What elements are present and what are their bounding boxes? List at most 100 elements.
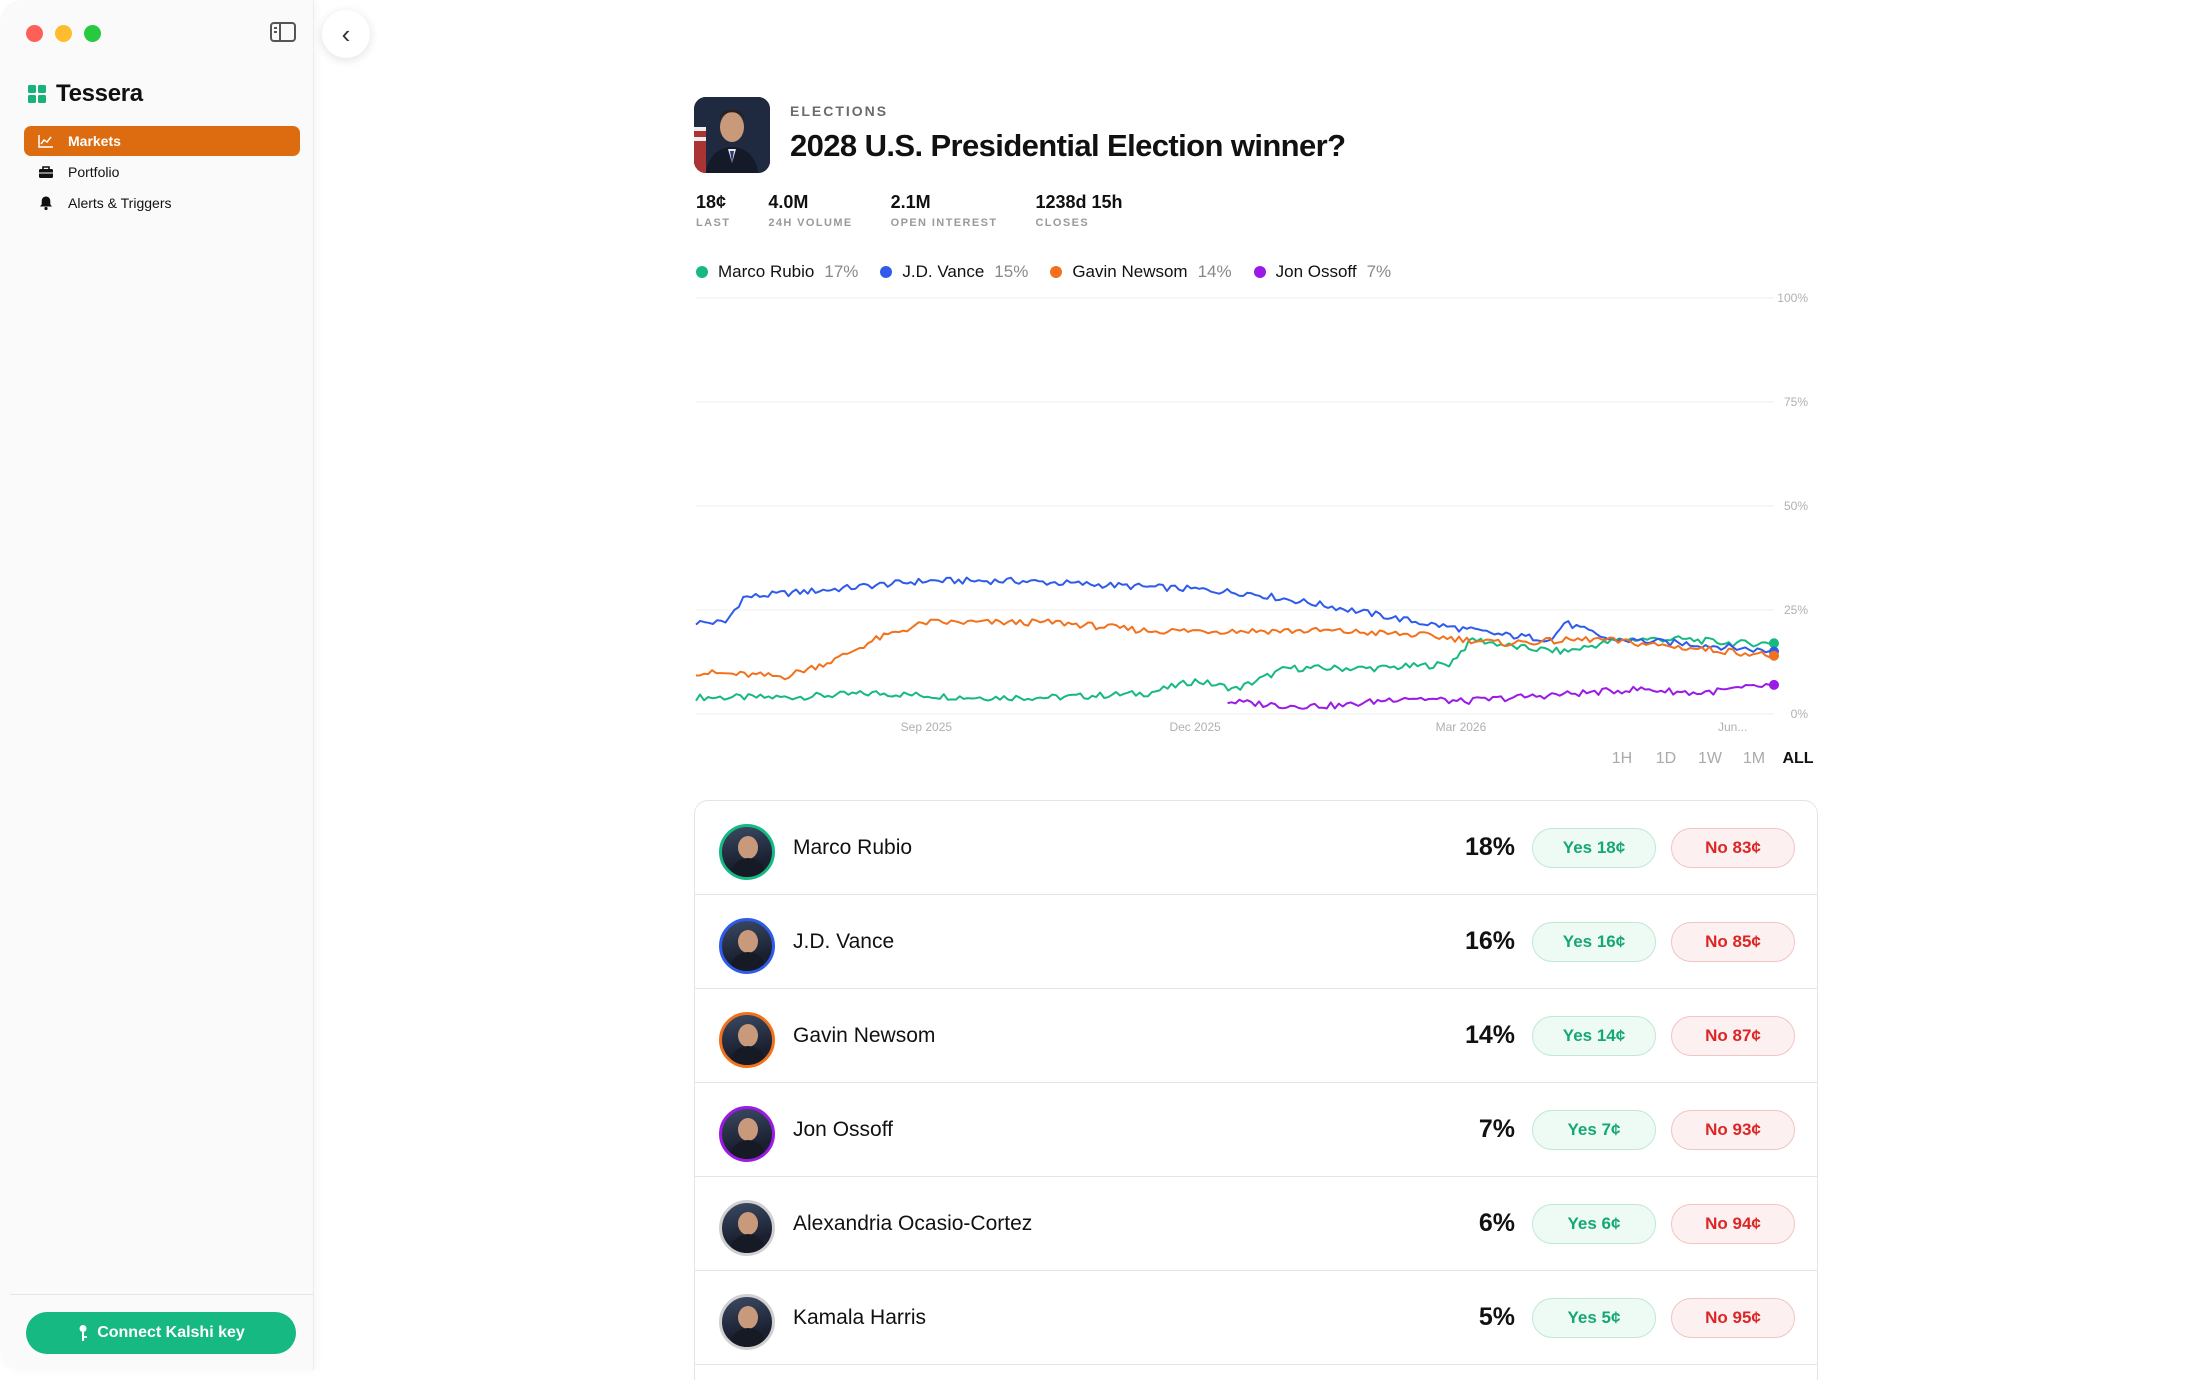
candidate-probability: 6% xyxy=(1478,1209,1515,1237)
minimize-window-button[interactable] xyxy=(55,25,72,42)
market-category: ELECTIONS xyxy=(790,103,889,119)
chart-legend: Marco Rubio 17% J.D. Vance 15% Gavin New… xyxy=(696,262,1413,282)
chevron-left-icon: ‹ xyxy=(341,18,351,49)
x-tick-label: Sep 2025 xyxy=(901,720,953,734)
series-line-j-d-vance xyxy=(695,576,1775,654)
sidebar-item-portfolio[interactable]: Portfolio xyxy=(24,157,300,187)
y-tick-label: 0% xyxy=(1791,707,1809,721)
range-1h[interactable]: 1H xyxy=(1600,750,1644,768)
legend-pct: 7% xyxy=(1366,262,1392,281)
buy-no-button[interactable]: No 94¢ xyxy=(1671,1203,1795,1244)
list-item[interactable]: J.D. Vance 16% Yes 16¢ No 85¢ xyxy=(695,895,1817,989)
legend-pct: 15% xyxy=(994,262,1029,281)
legend-name: Gavin Newsom xyxy=(1072,262,1188,281)
avatar xyxy=(719,1106,775,1162)
zoom-window-button[interactable] xyxy=(84,25,101,42)
stat-volume: 4.0M 24H VOLUME xyxy=(768,192,852,229)
candidate-name: Gavin Newsom xyxy=(793,1023,936,1047)
range-all[interactable]: ALL xyxy=(1776,750,1820,768)
stat-label: 24H VOLUME xyxy=(768,217,853,229)
sidebar-toggle-icon[interactable] xyxy=(270,22,296,42)
avatar xyxy=(719,1294,775,1350)
stat-closes: 1238d 15h CLOSES xyxy=(1035,192,1122,229)
candidate-name: Kamala Harris xyxy=(793,1305,927,1329)
buy-yes-button[interactable]: Yes 18¢ xyxy=(1532,827,1656,868)
stat-value: 1238d 15h xyxy=(1035,192,1123,212)
list-item[interactable]: Alexandria Ocasio-Cortez 6% Yes 6¢ No 94… xyxy=(695,1177,1817,1271)
buy-yes-button[interactable]: Yes 5¢ xyxy=(1532,1297,1656,1338)
series-endpoint-jon-ossoff xyxy=(1769,679,1779,690)
sidebar: Tessera Markets Portfolio Alerts & Trigg… xyxy=(0,0,314,1370)
time-range-selector: 1H 1D 1W 1M ALL xyxy=(1600,750,1820,768)
price-history-chart[interactable]: 100% 75% 50% 25% 0% Sep 2025 Dec 2025 Mar 2026 J… xyxy=(694,290,1814,740)
page-title: 2028 U.S. Presidential Election winner? xyxy=(790,128,1346,163)
y-tick-label: 25% xyxy=(1784,603,1808,617)
range-1w[interactable]: 1W xyxy=(1688,750,1732,768)
stat-value: 4.0M xyxy=(768,192,809,212)
sidebar-item-label: Alerts & Triggers xyxy=(68,195,172,211)
buy-no-button[interactable]: No 95¢ xyxy=(1671,1297,1795,1338)
stat-value: 2.1M xyxy=(890,192,931,212)
stat-label: LAST xyxy=(696,217,731,229)
avatar xyxy=(719,1012,775,1068)
candidate-probability: 14% xyxy=(1464,1021,1515,1049)
brand: Tessera xyxy=(28,80,143,108)
buy-yes-button[interactable]: Yes 14¢ xyxy=(1532,1015,1656,1056)
window-controls xyxy=(26,25,101,42)
buy-no-button[interactable]: No 87¢ xyxy=(1671,1015,1795,1056)
legend-item-rubio[interactable]: Marco Rubio 17% xyxy=(696,262,858,282)
candidate-name: Marco Rubio xyxy=(793,835,913,859)
candidate-photo xyxy=(694,97,770,173)
legend-item-ossoff[interactable]: Jon Ossoff 7% xyxy=(1253,262,1392,282)
list-item[interactable]: Kamala Harris 5% Yes 5¢ No 95¢ xyxy=(695,1271,1817,1365)
buy-yes-button[interactable]: Yes 7¢ xyxy=(1532,1109,1656,1150)
market-thumbnail xyxy=(694,97,770,173)
connect-kalshi-button[interactable]: Connect Kalshi key xyxy=(26,1312,296,1354)
y-tick-label: 75% xyxy=(1784,395,1808,409)
list-item[interactable]: Gavin Newsom 14% Yes 14¢ No 87¢ xyxy=(695,989,1817,1083)
range-1d[interactable]: 1D xyxy=(1644,750,1688,768)
candidate-probability: 18% xyxy=(1464,833,1515,861)
app-logo-icon xyxy=(28,85,46,103)
stat-label: CLOSES xyxy=(1035,217,1090,229)
list-item[interactable]: Jon Ossoff 7% Yes 7¢ No 93¢ xyxy=(695,1083,1817,1177)
avatar xyxy=(719,1200,775,1256)
stat-value: 18¢ xyxy=(696,192,727,212)
sidebar-item-label: Portfolio xyxy=(68,164,120,180)
app-window: Tessera Markets Portfolio Alerts & Trigg… xyxy=(0,0,2200,1380)
series-line-jon-ossoff xyxy=(1227,683,1775,710)
candidate-probability: 5% xyxy=(1478,1303,1515,1331)
series-endpoint-gavin-newsom xyxy=(1769,650,1779,661)
y-tick-label: 100% xyxy=(1777,291,1808,305)
buy-no-button[interactable]: No 85¢ xyxy=(1671,921,1795,962)
legend-dot xyxy=(1253,266,1266,278)
buy-no-button[interactable]: No 93¢ xyxy=(1671,1109,1795,1150)
candidate-probability: 16% xyxy=(1464,927,1515,955)
y-tick-label: 50% xyxy=(1784,499,1808,513)
range-1m[interactable]: 1M xyxy=(1732,750,1776,768)
candidate-name: Alexandria Ocasio-Cortez xyxy=(793,1211,1033,1235)
legend-name: Jon Ossoff xyxy=(1275,262,1357,281)
x-tick-label: Dec 2025 xyxy=(1169,720,1221,734)
avatar xyxy=(719,824,775,880)
stat-open-interest: 2.1M OPEN INTEREST xyxy=(891,192,998,229)
close-window-button[interactable] xyxy=(26,25,43,42)
legend-pct: 14% xyxy=(1197,262,1232,281)
list-item[interactable]: Marco Rubio 18% Yes 18¢ No 83¢ xyxy=(695,801,1817,895)
stat-last: 18¢ LAST xyxy=(696,192,730,229)
legend-dot xyxy=(1050,266,1063,278)
sidebar-item-markets[interactable]: Markets xyxy=(24,126,300,156)
buy-no-button[interactable]: No 83¢ xyxy=(1671,827,1795,868)
series-line-gavin-newsom xyxy=(695,618,1775,681)
avatar xyxy=(719,918,775,974)
sidebar-item-alerts[interactable]: Alerts & Triggers xyxy=(24,188,300,218)
app-name: Tessera xyxy=(56,80,143,107)
buy-yes-button[interactable]: Yes 16¢ xyxy=(1532,921,1656,962)
buy-yes-button[interactable]: Yes 6¢ xyxy=(1532,1203,1656,1244)
stat-label: OPEN INTEREST xyxy=(890,217,998,229)
legend-dot xyxy=(696,266,708,278)
back-button[interactable]: ‹ xyxy=(322,10,370,58)
legend-item-newsom[interactable]: Gavin Newsom 14% xyxy=(1050,262,1232,282)
legend-item-vance[interactable]: J.D. Vance 15% xyxy=(880,262,1028,282)
x-tick-label: Mar 2026 xyxy=(1436,720,1487,734)
